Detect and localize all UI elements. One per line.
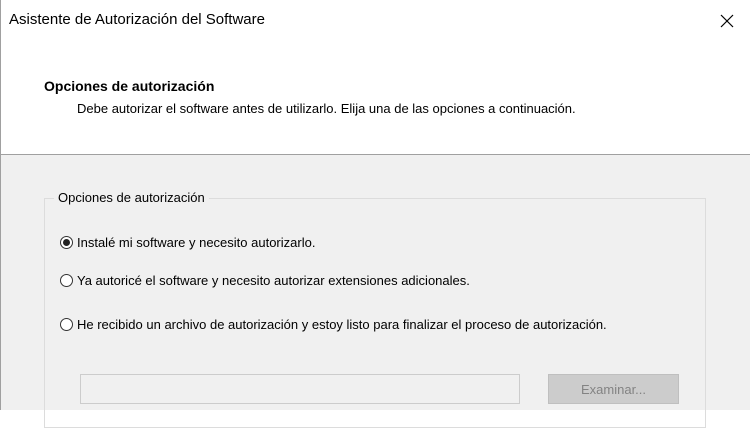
header-panel: Opciones de autorización Debe autorizar … bbox=[1, 41, 750, 155]
radio-option-auth-file[interactable]: He recibido un archivo de autorización y… bbox=[60, 316, 607, 334]
window-title: Asistente de Autorización del Software bbox=[9, 11, 265, 28]
radio-label-installed: Instalé mi software y necesito autorizar… bbox=[77, 235, 316, 250]
auth-file-path-input[interactable] bbox=[80, 374, 520, 404]
title-bar: Asistente de Autorización del Software bbox=[1, 0, 750, 41]
radio-button[interactable] bbox=[60, 318, 73, 331]
close-button[interactable] bbox=[704, 0, 750, 41]
radio-label-extensions: Ya autoricé el software y necesito autor… bbox=[77, 273, 470, 288]
browse-button[interactable]: Examinar... bbox=[548, 374, 679, 404]
radio-label-auth-file: He recibido un archivo de autorización y… bbox=[77, 317, 607, 332]
radio-option-extensions[interactable]: Ya autoricé el software y necesito autor… bbox=[60, 272, 470, 290]
close-icon bbox=[720, 14, 734, 27]
radio-button[interactable] bbox=[60, 274, 73, 287]
page-description: Debe autorizar el software antes de util… bbox=[77, 101, 576, 116]
radio-button-selected[interactable] bbox=[60, 236, 73, 249]
group-legend: Opciones de autorización bbox=[54, 190, 209, 205]
radio-option-installed[interactable]: Instalé mi software y necesito autorizar… bbox=[60, 234, 315, 252]
radio-dot bbox=[63, 239, 70, 246]
page-title: Opciones de autorización bbox=[44, 78, 215, 94]
